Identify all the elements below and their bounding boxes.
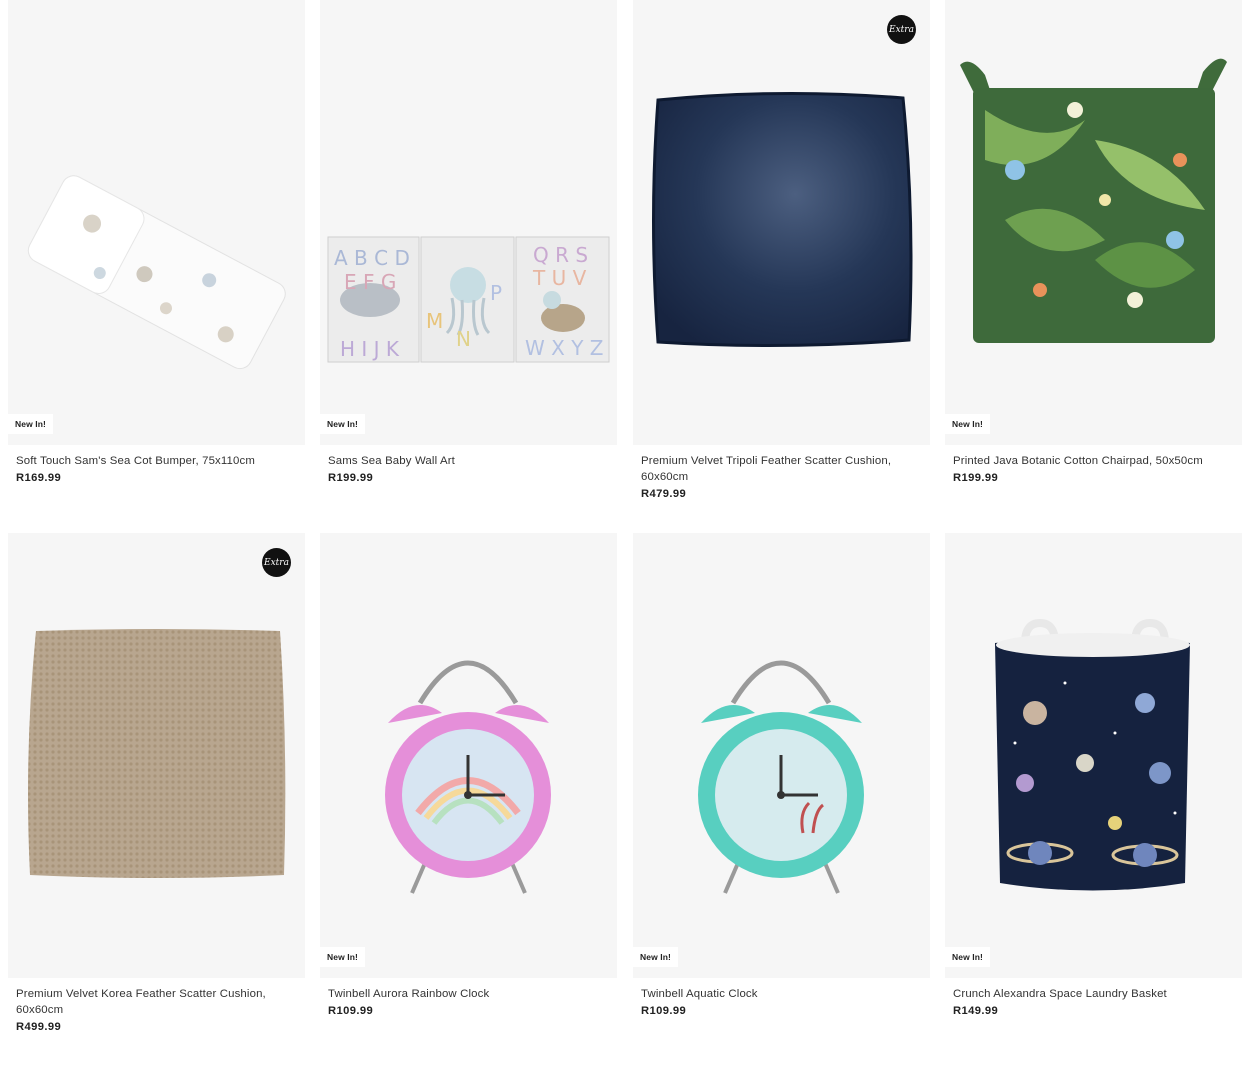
wall-art-image: A B C D E F G H I J K Q R S T U V W X Y … (327, 236, 610, 363)
new-in-badge: New In! (8, 414, 53, 434)
new-in-badge: New In! (945, 414, 990, 434)
product-name[interactable]: Premium Velvet Tripoli Feather Scatter C… (641, 453, 922, 485)
product-image[interactable]: New In! (945, 0, 1242, 445)
extra-badge: Extra (262, 548, 291, 577)
product-name[interactable]: Twinbell Aquatic Clock (641, 986, 922, 1002)
botanic-chairpad-image (960, 58, 1227, 343)
product-price: R109.99 (328, 1005, 374, 1017)
cot-bumper-image (27, 175, 286, 370)
new-in-badge: New In! (320, 414, 365, 434)
new-in-badge: New In! (633, 947, 678, 967)
new-in-badge: New In! (320, 947, 365, 967)
product-name[interactable]: Printed Java Botanic Cotton Chairpad, 50… (953, 453, 1234, 469)
product-price: R169.99 (16, 472, 62, 484)
product-image[interactable]: New In! (945, 533, 1242, 978)
product-price: R479.99 (641, 488, 687, 500)
product-image[interactable]: New In! (633, 533, 930, 978)
product-price: R109.99 (641, 1005, 687, 1017)
product-card[interactable]: New In! Soft Touch Sam's Sea Cot Bumper,… (8, 0, 305, 484)
product-image[interactable]: New In! (8, 0, 305, 445)
product-price: R199.99 (328, 472, 374, 484)
product-price: R149.99 (953, 1005, 999, 1017)
svg-text:A B C D: A B C D (334, 246, 410, 270)
product-card[interactable]: New In! Crunch Alexandra Space Laundry B… (945, 533, 1242, 1017)
product-image[interactable]: A B C D E F G H I J K Q R S T U V W X Y … (320, 0, 617, 445)
product-card[interactable]: New In! Twinbell Aquatic Clock R109.99 (633, 533, 930, 1017)
product-name[interactable]: Premium Velvet Korea Feather Scatter Cus… (16, 986, 297, 1018)
product-price: R499.99 (16, 1021, 62, 1033)
product-card[interactable]: New In! Printed Java Botanic Cotton Chai… (945, 0, 1242, 484)
svg-text:P: P (490, 281, 502, 305)
product-card[interactable]: New In! Twinbell Aurora Rainbow Clock R1… (320, 533, 617, 1017)
extra-badge: Extra (887, 15, 916, 44)
svg-text:E F G: E F G (344, 270, 396, 294)
svg-text:Q R S: Q R S (533, 243, 588, 267)
space-basket-image (995, 618, 1190, 891)
product-name[interactable]: Twinbell Aurora Rainbow Clock (328, 986, 609, 1002)
svg-text:M: M (426, 309, 443, 333)
product-card[interactable]: Extra Premium Velvet Korea Feather Scatt… (8, 533, 305, 1033)
svg-text:N: N (456, 327, 471, 351)
navy-cushion-image (652, 91, 913, 348)
product-card[interactable]: Extra Premium Velvet Tripoli Feather Sca… (633, 0, 930, 500)
product-image[interactable]: New In! (320, 533, 617, 978)
product-card[interactable]: A B C D E F G H I J K Q R S T U V W X Y … (320, 0, 617, 484)
product-price: R199.99 (953, 472, 999, 484)
product-name[interactable]: Crunch Alexandra Space Laundry Basket (953, 986, 1234, 1002)
product-image[interactable]: Extra (633, 0, 930, 445)
pink-clock-image (385, 660, 551, 894)
new-in-badge: New In! (945, 947, 990, 967)
svg-text:W X Y Z: W X Y Z (525, 336, 603, 360)
svg-text:H I J K: H I J K (340, 337, 400, 361)
product-name[interactable]: Soft Touch Sam's Sea Cot Bumper, 75x110c… (16, 453, 297, 469)
beige-cushion-image (28, 629, 286, 878)
product-name[interactable]: Sams Sea Baby Wall Art (328, 453, 609, 469)
product-image[interactable]: Extra (8, 533, 305, 978)
svg-text:T U V: T U V (532, 266, 587, 290)
teal-clock-image (698, 660, 864, 894)
